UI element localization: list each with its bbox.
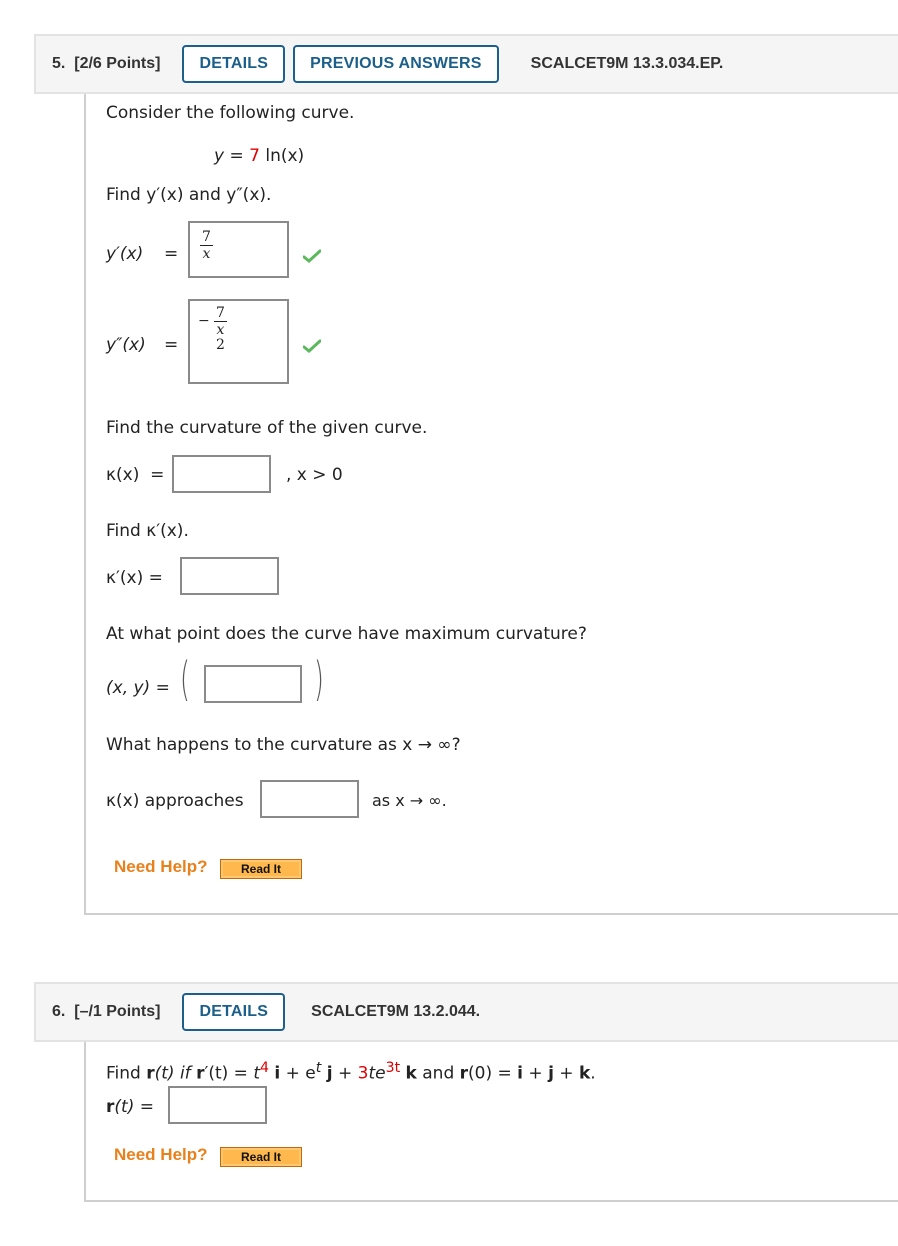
q5-intro: Consider the following curve. xyxy=(106,103,355,123)
approaches-label: κ(x) approaches xyxy=(106,791,244,811)
kappa-condition: , x > 0 xyxy=(286,465,343,485)
q5-kprime-prompt: Find κ′(x). xyxy=(106,521,189,541)
question-5-code: SCALCET9M 13.3.034.EP. xyxy=(530,55,724,72)
rt-input[interactable] xyxy=(168,1086,267,1124)
right-paren: ) xyxy=(314,652,324,706)
ydoubleprime-label: y″(x) xyxy=(106,335,146,355)
kappa-input[interactable] xyxy=(172,455,271,493)
question-5-points: 5. [2/6 Points] xyxy=(52,55,161,72)
question-5-header: 5. [2/6 Points] DETAILS PREVIOUS ANSWERS… xyxy=(34,34,898,94)
q6-details-button[interactable]: DETAILS xyxy=(182,993,286,1031)
question-6-header: 6. [–/1 Points] DETAILS SCALCET9M 13.2.0… xyxy=(34,982,898,1042)
q6-need-help: Need Help? xyxy=(114,1145,208,1164)
q5-find-derivatives: Find y′(x) and y″(x). xyxy=(106,185,272,205)
q5-previous-answers-button[interactable]: PREVIOUS ANSWERS xyxy=(293,45,499,83)
max-point-input[interactable] xyxy=(204,665,302,703)
q5-limit-prompt: What happens to the curvature as x → ∞? xyxy=(106,735,461,755)
question-6-code: SCALCET9M 13.2.044. xyxy=(311,1003,481,1020)
approaches-suffix: as x → ∞. xyxy=(372,791,447,810)
minus-sign: − xyxy=(198,313,210,329)
approaches-input[interactable] xyxy=(260,780,359,818)
q5-details-button[interactable]: DETAILS xyxy=(182,45,286,83)
rt-label: r(t) = xyxy=(106,1097,154,1117)
q5-curvature-prompt: Find the curvature of the given curve. xyxy=(106,418,428,438)
q6-prompt: Find r(t) if r′(t) = t4 i + et j + 3te3t… xyxy=(106,1060,596,1084)
equals-sign: = xyxy=(164,335,179,355)
correct-check-icon xyxy=(303,339,321,353)
question-6-points: 6. [–/1 Points] xyxy=(52,1003,161,1020)
question-6-body: Find r(t) if r′(t) = t4 i + et j + 3te3t… xyxy=(84,1042,898,1202)
kprime-input[interactable] xyxy=(180,557,279,595)
q6-read-it-button[interactable]: Read It xyxy=(220,1147,302,1167)
ydoubleprime-fraction: 7 x 2 xyxy=(214,305,227,353)
q5-need-help: Need Help? xyxy=(114,857,208,876)
q5-read-it-button[interactable]: Read It xyxy=(220,859,302,879)
yprime-answer-field[interactable]: 7 x xyxy=(188,221,289,278)
left-paren: ( xyxy=(180,652,190,706)
q5-equation: y = 7 ln(x) xyxy=(214,146,305,166)
question-5-body: Consider the following curve. y = 7 ln(x… xyxy=(84,94,898,915)
yprime-fraction: 7 x xyxy=(200,229,213,262)
equals-sign: = xyxy=(164,244,179,264)
kappa-label: κ(x) = xyxy=(106,465,165,485)
yprime-label: y′(x) xyxy=(106,244,144,264)
correct-check-icon xyxy=(303,249,321,263)
q5-max-prompt: At what point does the curve have maximu… xyxy=(106,624,587,644)
ydoubleprime-answer-field[interactable]: − 7 x 2 xyxy=(188,299,289,384)
kprime-label: κ′(x) = xyxy=(106,568,163,588)
point-label: (x, y) = xyxy=(106,678,170,698)
